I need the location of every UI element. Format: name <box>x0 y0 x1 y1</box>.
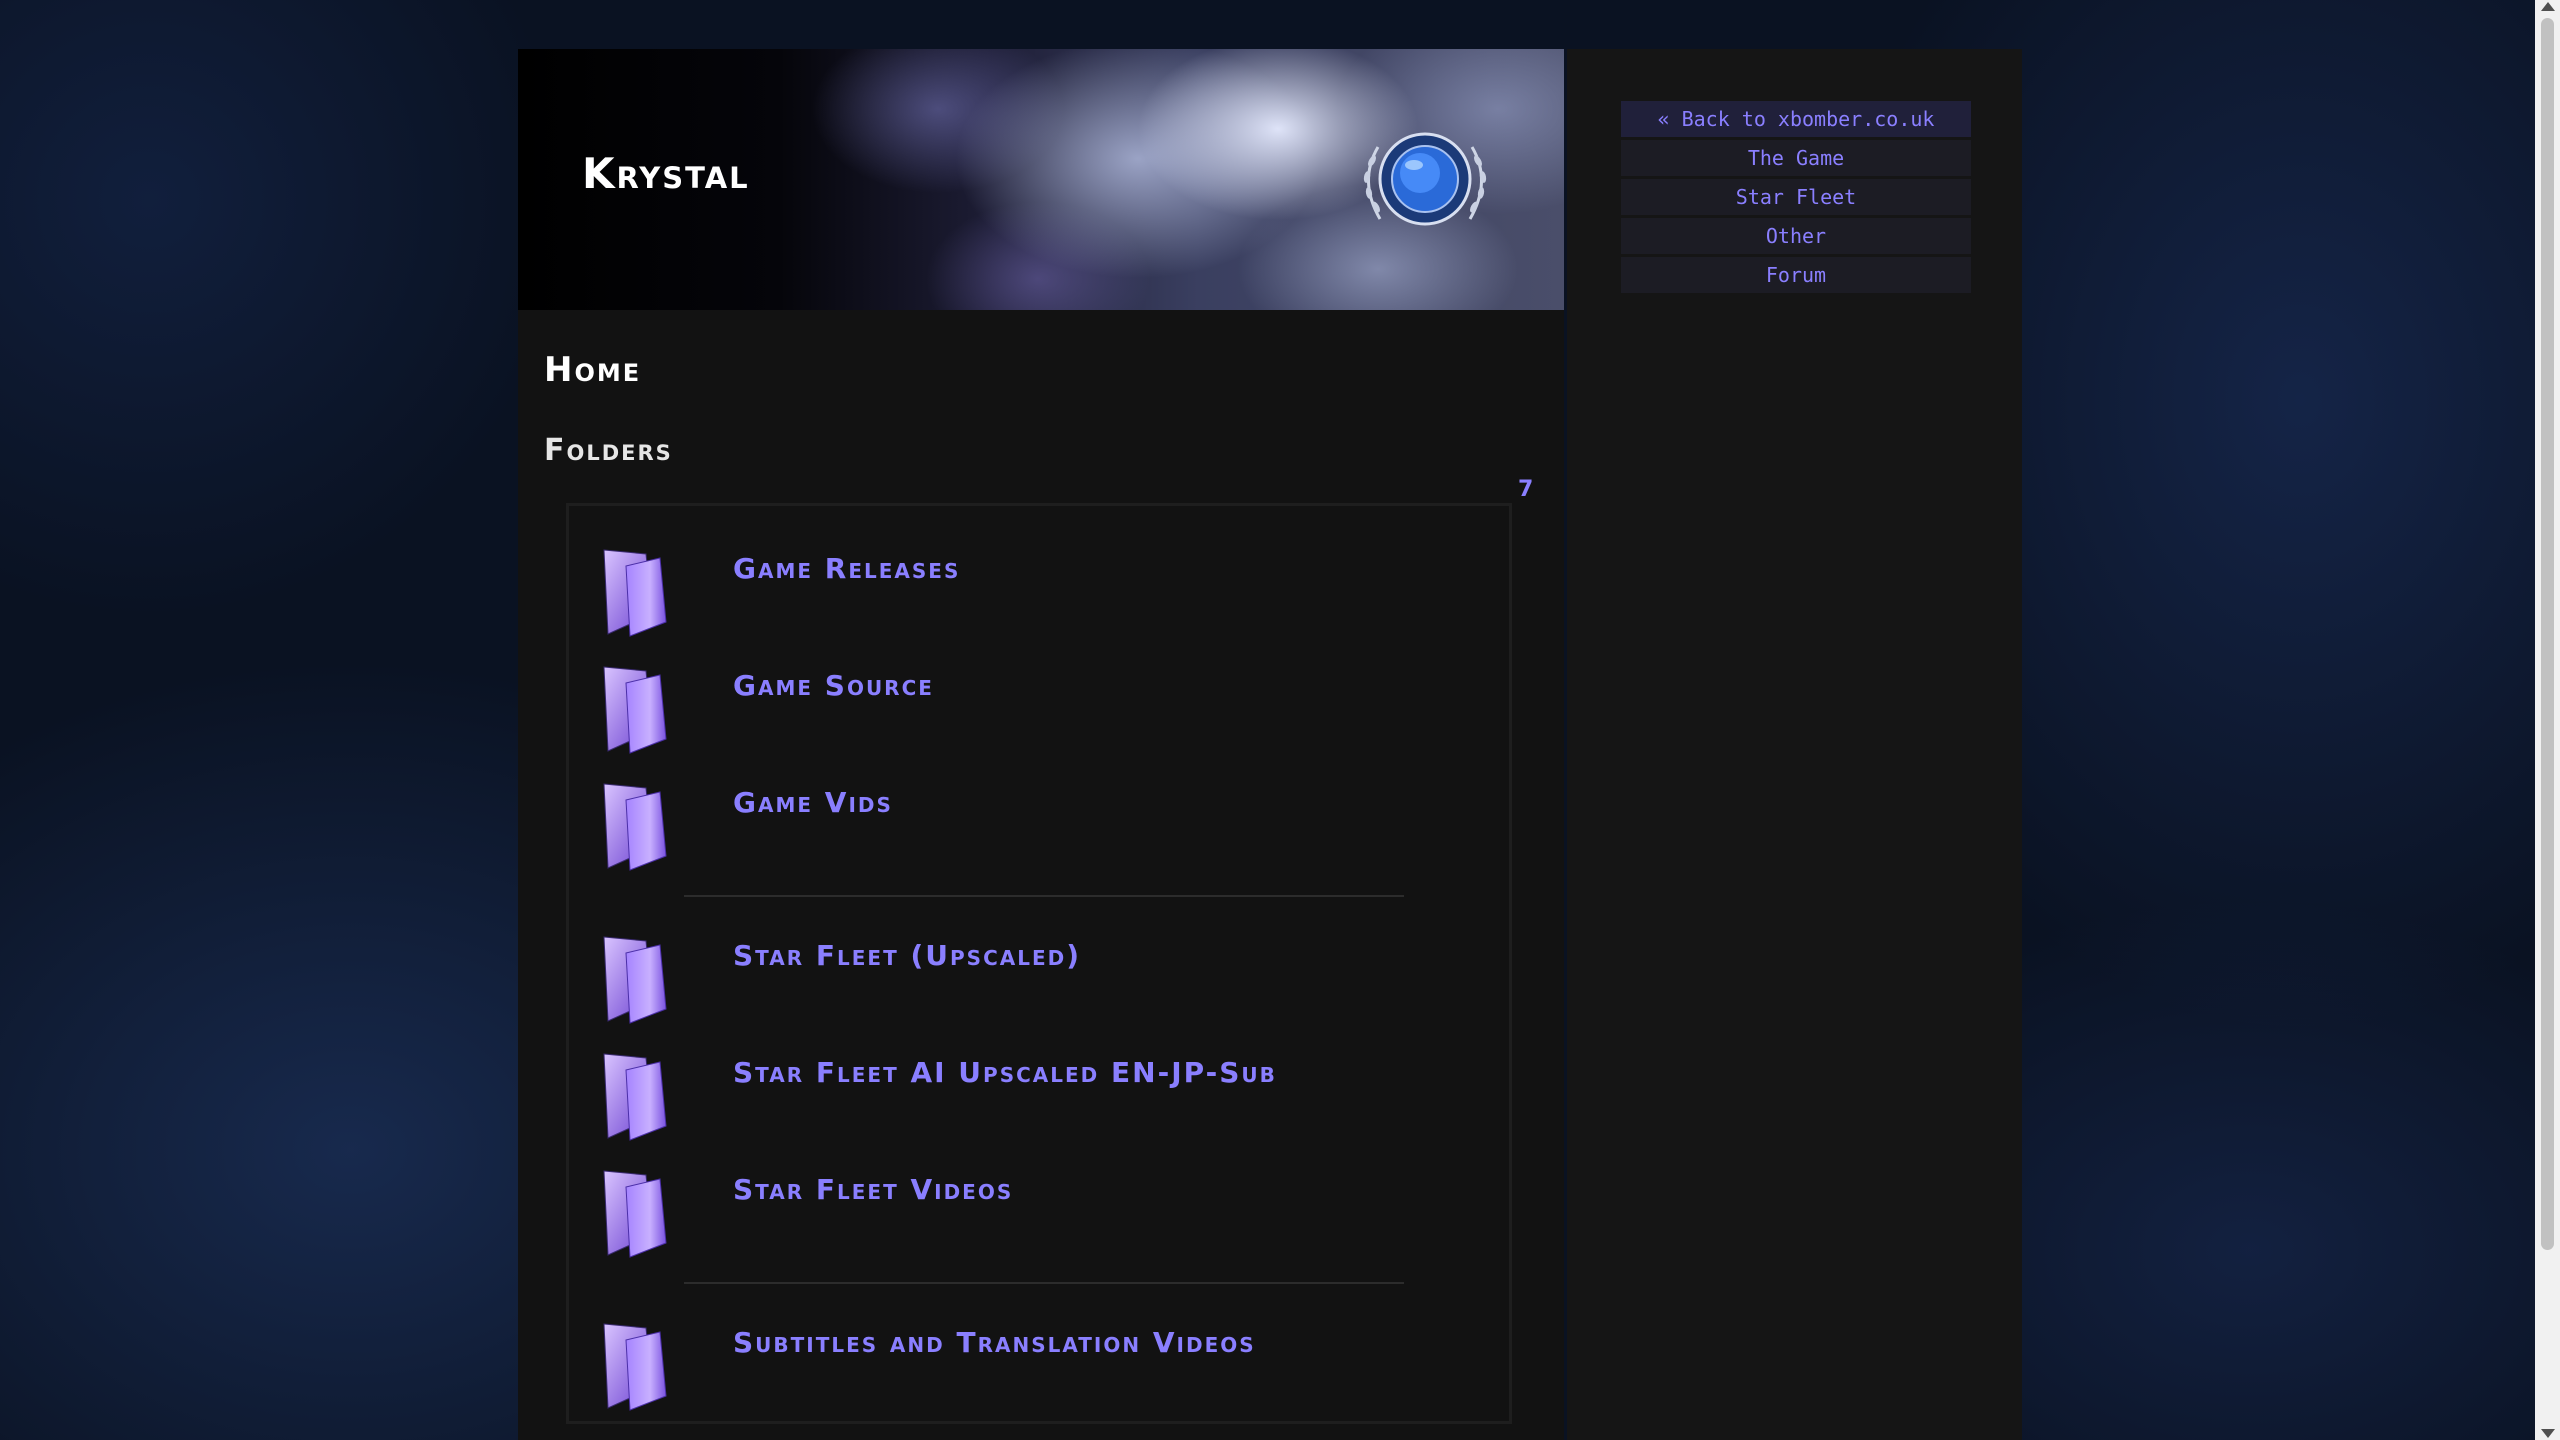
folder-link[interactable]: Game Releases <box>733 552 960 585</box>
scroll-thumb[interactable] <box>2541 18 2554 1250</box>
nav-item-other[interactable]: Other <box>1621 218 1971 254</box>
page-container: Krystal Home Folders 7 Game Releases Gam… <box>518 49 2022 1440</box>
header-banner: Krystal <box>518 49 1564 310</box>
star-fleet-emblem-icon <box>1363 132 1487 226</box>
folder-icon <box>603 1053 667 1141</box>
sidebar-nav: « Back to xbomber.co.uk The Game Star Fl… <box>1621 101 1971 296</box>
group-divider <box>684 1282 1404 1284</box>
folder-list: Game Releases Game Source Game Vids Star… <box>566 503 1512 1424</box>
scroll-down-arrow-icon[interactable] <box>2541 1429 2555 1438</box>
main-content: Krystal Home Folders 7 Game Releases Gam… <box>518 49 1564 1440</box>
group-divider <box>684 895 1404 897</box>
folder-icon <box>603 1170 667 1258</box>
folder-link[interactable]: Game Source <box>733 669 934 702</box>
folder-link[interactable]: Subtitles and Translation Videos <box>733 1326 1256 1359</box>
folder-count: 7 <box>1518 477 1534 502</box>
vertical-scrollbar[interactable] <box>2535 0 2560 1440</box>
scroll-up-arrow-icon[interactable] <box>2541 2 2555 11</box>
nav-item-the-game[interactable]: The Game <box>1621 140 1971 176</box>
folder-link[interactable]: Star Fleet (Upscaled) <box>733 939 1081 972</box>
folders-heading: Folders <box>544 433 673 468</box>
folder-icon <box>603 549 667 637</box>
folder-link[interactable]: Star Fleet AI Upscaled EN-JP-Sub <box>733 1056 1277 1089</box>
folder-link[interactable]: Game Vids <box>733 786 893 819</box>
folder-icon <box>603 666 667 754</box>
nav-back-link[interactable]: « Back to xbomber.co.uk <box>1621 101 1971 137</box>
folder-icon <box>603 783 667 871</box>
site-title: Krystal <box>582 149 750 198</box>
nav-item-star-fleet[interactable]: Star Fleet <box>1621 179 1971 215</box>
folder-icon <box>603 936 667 1024</box>
folder-link[interactable]: Star Fleet Videos <box>733 1173 1013 1206</box>
nav-item-forum[interactable]: Forum <box>1621 257 1971 293</box>
page-title: Home <box>544 350 642 390</box>
folder-icon <box>603 1323 667 1411</box>
sidebar: « Back to xbomber.co.uk The Game Star Fl… <box>1567 49 2022 1440</box>
